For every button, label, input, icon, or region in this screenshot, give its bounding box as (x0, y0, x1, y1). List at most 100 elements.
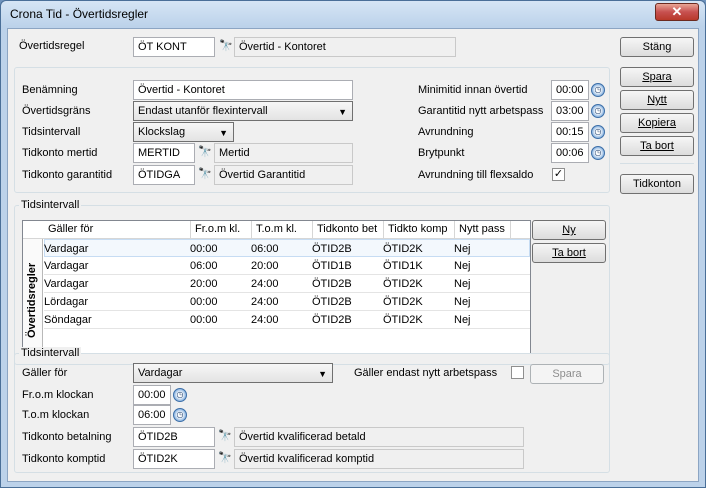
limit-select[interactable]: Endast utanför flexintervall ▼ (133, 101, 353, 121)
cell-pay-account: ÖTID2B (312, 278, 352, 290)
interval-label: Tidsintervall (22, 126, 81, 138)
rule-name-field: Övertid - Kontoret (234, 37, 456, 57)
cell-pay-account: ÖTID1B (312, 260, 352, 272)
column-header[interactable]: Tidkonto bet (313, 221, 384, 239)
clock-icon[interactable]: ◷ (591, 104, 605, 118)
table-row[interactable]: Vardagar 20:00 24:00 ÖTID2B ÖTID2K Nej (44, 275, 530, 293)
acc-guar-name-field: Övertid Garantitid (214, 165, 353, 185)
intervals-table[interactable]: Gäller för Fr.o.m kl. T.o.m kl. Tidkonto… (22, 220, 531, 354)
cell-new-shift: Nej (454, 278, 471, 290)
cell-new-shift: Nej (454, 260, 471, 272)
cell-new-shift: Nej (454, 296, 471, 308)
cell-comp-account: ÖTID2K (383, 243, 423, 255)
copy-button[interactable]: Kopiera (620, 113, 694, 133)
cell-pay-account: ÖTID2B (312, 314, 352, 326)
rule-code-field[interactable]: ÖT KONT (133, 37, 215, 57)
new-interval-button[interactable]: Ny (532, 220, 606, 240)
limit-select-value: Endast utanför flexintervall (138, 105, 268, 117)
applies-select[interactable]: Vardagar ▼ (133, 363, 333, 383)
to-time-input[interactable]: 06:00 (133, 405, 171, 425)
guar-time-input[interactable]: 03:00 (551, 101, 589, 121)
to-label: T.o.m klockan (22, 409, 90, 421)
dialog-body: Övertidsregel ÖT KONT 🔭 Övertid - Kontor… (7, 28, 699, 482)
table-row[interactable]: Vardagar 00:00 06:00 ÖTID2B ÖTID2K Nej (44, 239, 530, 257)
limit-label: Övertidsgräns (22, 105, 91, 117)
clock-icon[interactable]: ◷ (173, 388, 187, 402)
save-interval-button[interactable]: Spara (530, 364, 604, 384)
applies-select-value: Vardagar (138, 367, 183, 379)
interval-select[interactable]: Klockslag ▼ (133, 122, 234, 142)
new-button[interactable]: Nytt (620, 90, 694, 110)
cell-applies: Lördagar (44, 296, 89, 308)
acc-more-lookup-icon[interactable]: 🔭 (195, 143, 215, 163)
cell-applies: Vardagar (44, 260, 89, 272)
clock-icon[interactable]: ◷ (173, 408, 187, 422)
save-button[interactable]: Spara (620, 67, 694, 87)
column-header[interactable]: Nytt pass (455, 221, 511, 239)
acc-guar-lookup-icon[interactable]: 🔭 (195, 165, 215, 185)
side-separator (620, 163, 694, 164)
comp-account-code-field[interactable]: ÖTID2K (133, 449, 215, 469)
rule-lookup-icon[interactable]: 🔭 (216, 37, 236, 57)
acc-more-label: Tidkonto mertid (22, 147, 98, 159)
cell-from: 20:00 (190, 278, 218, 290)
cell-to: 20:00 (251, 260, 279, 272)
close-button[interactable]: Stäng (620, 37, 694, 57)
clock-icon[interactable]: ◷ (591, 83, 605, 97)
window-title: Crona Tid - Övertidsregler (10, 7, 149, 21)
cell-from: 00:00 (190, 296, 218, 308)
min-label: Minimitid innan övertid (418, 84, 528, 96)
column-header[interactable]: Fr.o.m kl. (191, 221, 252, 239)
app-window: Crona Tid - Övertidsregler ✕ Övertidsreg… (0, 0, 706, 488)
cell-from: 06:00 (190, 260, 218, 272)
interval-select-value: Klockslag (138, 126, 186, 138)
rules-side-label: Övertidsregler (23, 239, 43, 353)
cell-comp-account: ÖTID2K (383, 278, 423, 290)
pay-account-name-field: Övertid kvalificerad betald (234, 427, 524, 447)
delete-button[interactable]: Ta bort (620, 136, 694, 156)
accounts-button[interactable]: Tidkonton (620, 174, 694, 194)
detail-group-title: Tidsintervall (19, 347, 82, 359)
min-time-input[interactable]: 00:00 (551, 80, 589, 100)
round-label: Avrundning (418, 126, 474, 138)
from-label: Fr.o.m klockan (22, 389, 94, 401)
delete-interval-button[interactable]: Ta bort (532, 243, 606, 263)
cell-applies: Vardagar (44, 243, 89, 255)
break-time-input[interactable]: 00:06 (551, 143, 589, 163)
table-row[interactable]: Söndagar 00:00 24:00 ÖTID2B ÖTID2K Nej (44, 311, 530, 329)
acc-more-code-field[interactable]: MERTID (133, 143, 195, 163)
column-header[interactable]: T.o.m kl. (252, 221, 313, 239)
acc-guar-code-field[interactable]: ÖTIDGA (133, 165, 195, 185)
break-label: Brytpunkt (418, 147, 465, 159)
cell-pay-account: ÖTID2B (312, 243, 352, 255)
cell-from: 00:00 (190, 243, 218, 255)
cell-comp-account: ÖTID1K (383, 260, 423, 272)
column-header[interactable]: Tidkto komp (384, 221, 455, 239)
pay-account-lookup-icon[interactable]: 🔭 (215, 427, 235, 447)
cell-comp-account: ÖTID2K (383, 314, 423, 326)
clock-icon[interactable]: ◷ (591, 125, 605, 139)
chevron-down-icon: ▼ (219, 128, 228, 138)
rules-side-label-text: Övertidsregler (26, 262, 38, 338)
table-row[interactable]: Lördagar 00:00 24:00 ÖTID2B ÖTID2K Nej (44, 293, 530, 311)
from-time-input[interactable]: 00:00 (133, 385, 171, 405)
acc-more-name-field: Mertid (214, 143, 353, 163)
comp-account-lookup-icon[interactable]: 🔭 (215, 449, 235, 469)
cell-new-shift: Nej (454, 314, 471, 326)
cell-comp-account: ÖTID2K (383, 296, 423, 308)
round-time-input[interactable]: 00:15 (551, 122, 589, 142)
name-label: Benämning (22, 84, 78, 96)
cell-to: 24:00 (251, 278, 279, 290)
cell-from: 00:00 (190, 314, 218, 326)
new-only-checkbox[interactable] (511, 366, 524, 379)
table-row[interactable]: Vardagar 06:00 20:00 ÖTID1B ÖTID1K Nej (44, 257, 530, 275)
name-input[interactable]: Övertid - Kontoret (133, 80, 353, 100)
close-window-button[interactable]: ✕ (655, 3, 699, 21)
title-bar[interactable]: Crona Tid - Övertidsregler ✕ (1, 1, 705, 27)
flex-checkbox[interactable]: ✓ (552, 168, 565, 181)
applies-label: Gäller för (22, 367, 68, 379)
pay-account-code-field[interactable]: ÖTID2B (133, 427, 215, 447)
column-header[interactable]: Gäller för (44, 221, 191, 239)
clock-icon[interactable]: ◷ (591, 146, 605, 160)
cell-pay-account: ÖTID2B (312, 296, 352, 308)
